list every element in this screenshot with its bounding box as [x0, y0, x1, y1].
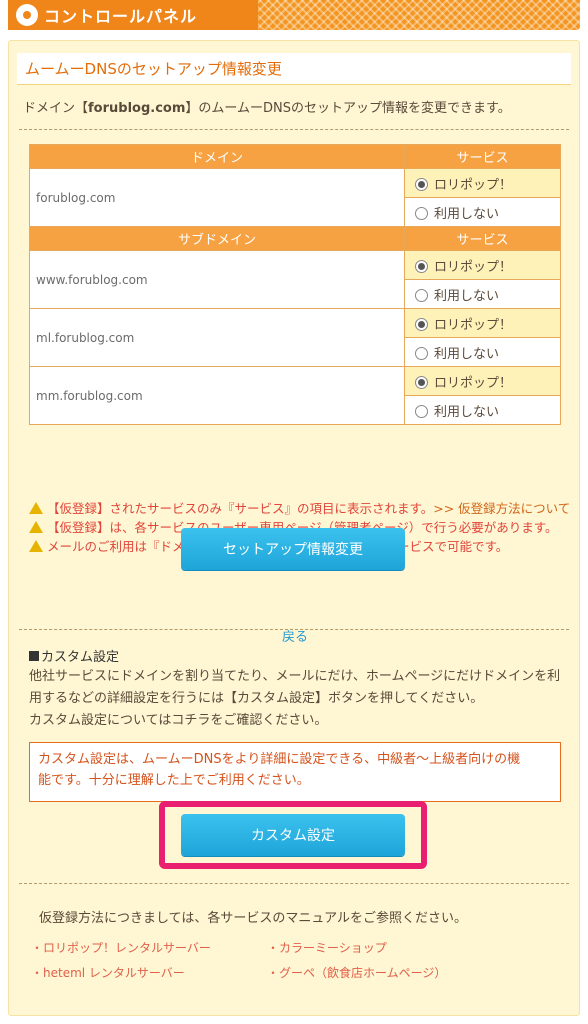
- main-panel: ムームーDNSのセットアップ情報変更 ドメイン【forublog.com】のムー…: [8, 40, 580, 1016]
- note-text: 【仮登録】されたサービスのみ『サービス』の項目に表示されます。: [47, 501, 434, 516]
- radio-checked-icon[interactable]: [415, 177, 428, 191]
- warning-icon: [29, 521, 43, 533]
- intro-pre: ドメイン【: [23, 101, 89, 116]
- radio-unchecked-icon[interactable]: [415, 206, 428, 220]
- domain-column-header: ドメイン: [29, 144, 405, 169]
- service-column-header: サービス: [404, 144, 561, 169]
- section-title: ムームーDNSのセットアップ情報変更: [17, 53, 571, 85]
- option-label: ロリポップ！: [434, 317, 513, 333]
- domain-cell: forublog.com: [29, 168, 405, 227]
- custom-warning-box: カスタム設定は、ムームーDNSをより詳細に設定できる、中級者〜上級者向けの機 能…: [29, 742, 561, 802]
- control-panel-header: コントロールパネル: [8, 0, 580, 30]
- radio-www-lolipop[interactable]: ロリポップ！: [404, 250, 561, 280]
- gear-icon: [18, 6, 36, 24]
- intro-text: ドメイン【forublog.com】のムームーDNSのセットアップ情報を変更でき…: [23, 97, 511, 116]
- custom-settings-button[interactable]: カスタム設定: [181, 814, 405, 856]
- radio-checked-icon[interactable]: [415, 259, 428, 273]
- header-title-wrap: コントロールパネル: [8, 0, 258, 30]
- divider: [19, 629, 569, 630]
- radio-domain-lolipop[interactable]: ロリポップ！: [404, 168, 561, 198]
- footer-links-right: ・カラーミーショップ ・グーペ（飲食店ホームページ）: [267, 936, 446, 986]
- service-column-header: サービス: [404, 226, 561, 251]
- option-label: 利用しない: [434, 288, 500, 304]
- subdomain-cell: mm.forublog.com: [29, 366, 405, 425]
- setup-change-button[interactable]: セットアップ情報変更: [181, 528, 405, 570]
- radio-unchecked-icon[interactable]: [415, 346, 428, 360]
- footer-text: 仮登録方法につきましては、各サービスのマニュアルをご参照ください。: [39, 911, 467, 926]
- divider: [19, 129, 569, 130]
- option-label: 利用しない: [434, 206, 500, 222]
- subdomain-cell: ml.forublog.com: [29, 308, 405, 367]
- option-label: 利用しない: [434, 404, 500, 420]
- provisional-registration-link[interactable]: >> 仮登録方法について: [433, 501, 570, 516]
- radio-www-none[interactable]: 利用しない: [404, 279, 561, 309]
- custom-settings-heading: カスタム設定: [29, 646, 119, 665]
- desc-line: カスタム設定についてはコチラをご確認ください。: [29, 713, 328, 728]
- custom-description: 他社サービスにドメインを割り当てたり、メールにだけ、ホームページにだけドメインを…: [29, 666, 574, 732]
- radio-checked-icon[interactable]: [415, 317, 428, 331]
- colorme-shop-link[interactable]: ・カラーミーショップ: [267, 936, 446, 961]
- subdomain-column-header: サブドメイン: [29, 226, 405, 251]
- goope-link[interactable]: ・グーペ（飲食店ホームページ）: [267, 961, 446, 986]
- radio-checked-icon[interactable]: [415, 375, 428, 389]
- radio-ml-none[interactable]: 利用しない: [404, 337, 561, 367]
- footer-links-left: ・ロリポップ！レンタルサーバー ・heteml レンタルサーバー: [31, 936, 211, 986]
- desc-line: 用するなどの詳細設定を行うには【カスタム設定】ボタンを押してください。: [29, 691, 484, 706]
- heteml-rental-link[interactable]: ・heteml レンタルサーバー: [31, 961, 211, 986]
- radio-unchecked-icon[interactable]: [415, 288, 428, 302]
- dns-setup-table: ドメイン サービス forublog.com ロリポップ！ 利用しない サブドメ…: [29, 144, 561, 425]
- option-label: ロリポップ！: [434, 259, 513, 275]
- warning-line: カスタム設定は、ムームーDNSをより詳細に設定できる、中級者〜上級者向けの機: [38, 752, 521, 767]
- radio-mm-lolipop[interactable]: ロリポップ！: [404, 366, 561, 396]
- header-title: コントロールパネル: [44, 7, 198, 26]
- warning-icon: [29, 540, 43, 552]
- desc-line: 他社サービスにドメインを割り当てたり、メールにだけ、ホームページにだけドメインを…: [29, 669, 561, 684]
- subdomain-cell: www.forublog.com: [29, 250, 405, 309]
- option-label: 利用しない: [434, 346, 500, 362]
- intro-post: 】のムームーDNSのセットアップ情報を変更できます。: [185, 101, 511, 116]
- radio-mm-none[interactable]: 利用しない: [404, 395, 561, 425]
- radio-unchecked-icon[interactable]: [415, 404, 428, 418]
- intro-domain: forublog.com: [88, 101, 186, 116]
- warning-line: 能です。十分に理解した上でご利用ください。: [38, 773, 310, 788]
- lolipop-rental-link[interactable]: ・ロリポップ！レンタルサーバー: [31, 936, 211, 961]
- radio-ml-lolipop[interactable]: ロリポップ！: [404, 308, 561, 338]
- note-item: 【仮登録】されたサービスのみ『サービス』の項目に表示されます。>> 仮登録方法に…: [29, 499, 570, 518]
- option-label: ロリポップ！: [434, 177, 513, 193]
- warning-icon: [29, 502, 43, 514]
- radio-domain-none[interactable]: 利用しない: [404, 197, 561, 227]
- divider: [19, 883, 569, 884]
- square-bullet-icon: [29, 651, 39, 661]
- custom-heading-text: カスタム設定: [41, 650, 120, 665]
- option-label: ロリポップ！: [434, 375, 513, 391]
